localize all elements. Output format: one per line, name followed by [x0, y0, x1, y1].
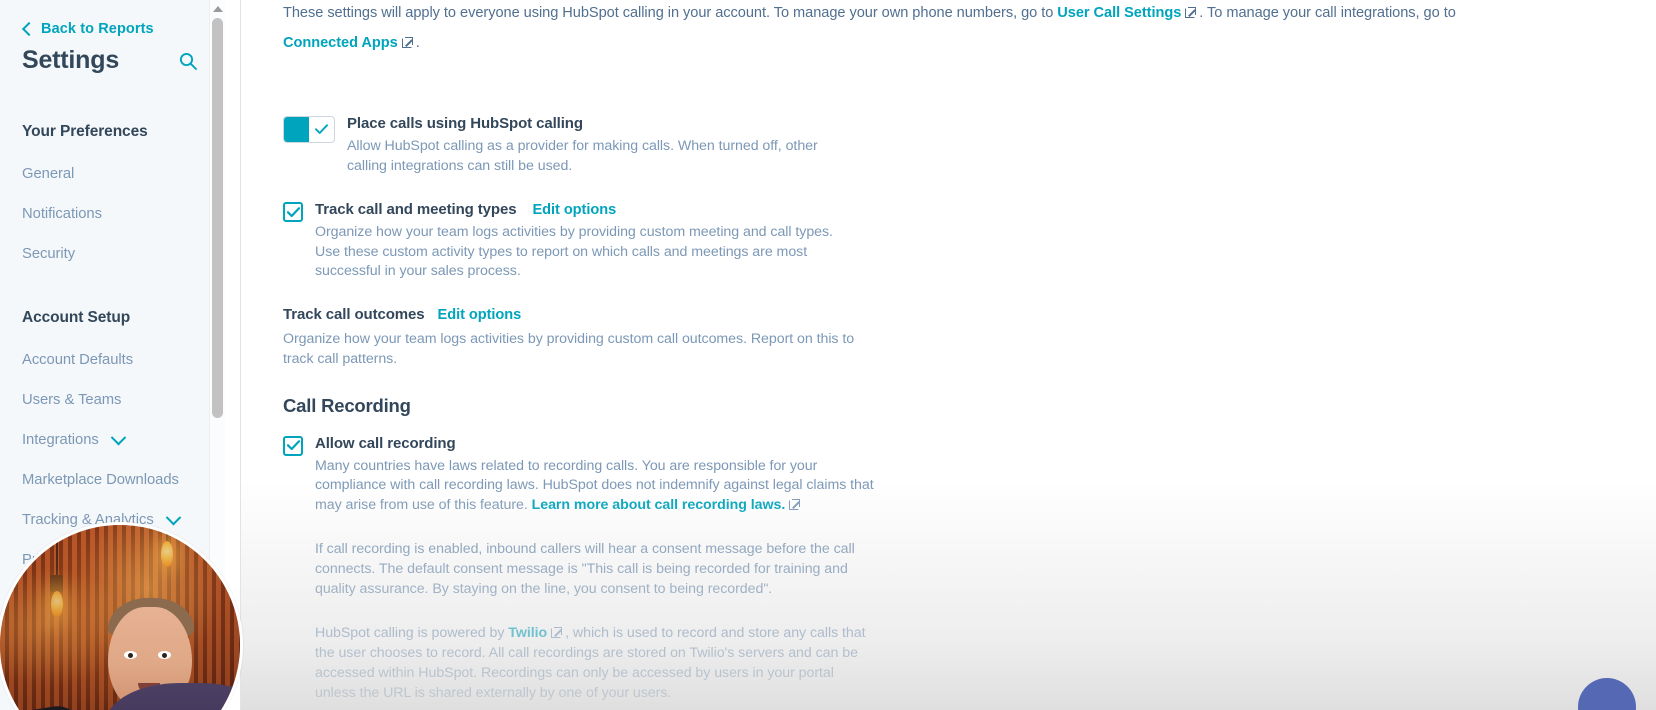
sidebar-item-label: Integrations [22, 432, 99, 448]
settings-header: Settings [22, 46, 200, 75]
sidebar-item-label: Security [22, 246, 76, 262]
track-types-label: Track call and meeting types [315, 201, 517, 218]
external-link-icon [1185, 7, 1197, 18]
external-link-icon [789, 498, 801, 510]
chevron-down-icon[interactable] [110, 429, 127, 445]
track-outcomes-setting: Track call outcomes Edit options Organiz… [283, 306, 1656, 369]
connected-apps-link[interactable]: Connected Apps [283, 35, 398, 51]
toggle-knob [284, 117, 309, 142]
track-types-setting: Track call and meeting types Edit option… [283, 201, 1656, 282]
sidebar-item-general[interactable]: General [22, 166, 225, 182]
track-types-description: Organize how your team logs activities b… [315, 224, 833, 279]
sidebar-item-security[interactable]: Security [22, 246, 225, 262]
person-eye-right [158, 651, 171, 659]
intro-paragraph: These settings will apply to everyone us… [283, 0, 1513, 58]
recording-laws-link[interactable]: Learn more about call recording laws. [532, 497, 786, 513]
allow-call-recording-setting: Allow call recording Many countries have… [283, 435, 1656, 710]
sidebar-item-marketplace-downloads[interactable]: Marketplace Downloads [22, 472, 225, 488]
sidebar-item-label: Account Defaults [22, 352, 134, 368]
sidebar-group-your-preferences: Your Preferences [22, 123, 148, 140]
sidebar-item-account-defaults[interactable]: Account Defaults [22, 352, 225, 368]
intro-text-part2: . To manage your call integrations, go t… [1199, 5, 1456, 21]
chevron-down-icon[interactable] [165, 509, 181, 525]
app-window: Back to Reports Settings Your Preference… [0, 0, 1656, 710]
place-calls-setting: Place calls using HubSpot calling Allow … [283, 115, 1656, 176]
allow-call-recording-description: Many countries have laws related to reco… [315, 457, 890, 516]
chevron-left-icon [21, 21, 37, 37]
webcam-circle-overlay [0, 522, 243, 710]
twilio-link[interactable]: Twilio [508, 625, 547, 641]
sidebar-item-label: Marketplace Downloads [22, 472, 179, 488]
scrollbar-thumb[interactable] [212, 18, 223, 418]
sidebar-item-users-teams[interactable]: Users & Teams [22, 392, 225, 408]
place-calls-description: Allow HubSpot calling as a provider for … [347, 138, 818, 174]
sidebar-group-account-setup: Account Setup [22, 309, 131, 326]
person-eye-left [124, 651, 137, 659]
person-pupil [128, 653, 133, 658]
twilio-text-part1: HubSpot calling is powered by [315, 625, 509, 641]
back-to-reports-link[interactable]: Back to Reports [21, 21, 225, 37]
external-link-icon [551, 627, 563, 638]
twilio-paragraph: HubSpot calling is powered by Twilio, wh… [315, 623, 875, 703]
track-outcomes-label: Track call outcomes [283, 305, 425, 323]
scroll-up-arrow-icon[interactable] [212, 6, 223, 12]
person-pupil [162, 653, 167, 658]
external-link-icon [401, 37, 413, 48]
sidebar-item-integrations[interactable]: Integrations [22, 429, 225, 448]
page-title: Settings [22, 46, 120, 74]
intro-text-part1: These settings will apply to everyone us… [283, 5, 1058, 21]
toggle-check-icon [309, 117, 334, 142]
search-icon[interactable] [176, 49, 200, 73]
sidebar-item-label: Users & Teams [22, 392, 122, 408]
sidebar-item-notifications[interactable]: Notifications [22, 206, 225, 222]
allow-call-recording-checkbox[interactable] [283, 435, 303, 456]
call-recording-heading: Call Recording [283, 394, 411, 416]
track-outcomes-edit-options-link[interactable]: Edit options [438, 307, 522, 323]
sidebar-item-label: Notifications [22, 206, 102, 222]
user-call-settings-link[interactable]: User Call Settings [1057, 5, 1181, 21]
allow-call-recording-label: Allow call recording [315, 434, 456, 452]
track-outcomes-description: Organize how your team logs activities b… [283, 330, 855, 367]
place-calls-label: Place calls using HubSpot calling [347, 115, 583, 132]
place-calls-toggle[interactable] [283, 116, 335, 143]
sidebar-item-label: General [22, 166, 75, 182]
intro-text-part3: . [415, 35, 420, 51]
consent-message-paragraph: If call recording is enabled, inbound ca… [315, 541, 855, 597]
calling-settings-content: These settings will apply to everyone us… [241, 0, 1656, 710]
back-to-reports-label: Back to Reports [41, 21, 154, 37]
track-types-checkbox[interactable] [283, 202, 303, 222]
track-types-edit-options-link[interactable]: Edit options [532, 202, 616, 218]
